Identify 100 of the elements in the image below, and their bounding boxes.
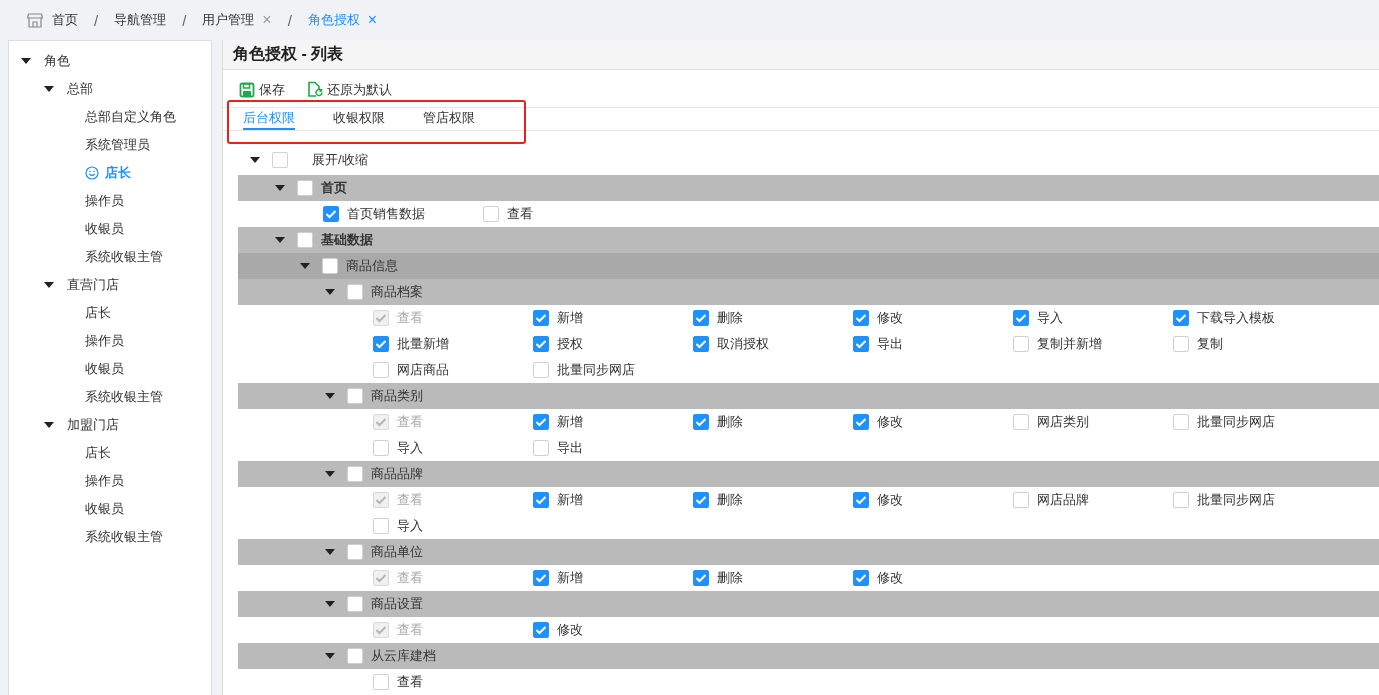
toolbar-button[interactable]: 保存	[239, 80, 285, 99]
checkbox[interactable]	[1173, 336, 1189, 352]
checkbox[interactable]	[347, 648, 363, 664]
tree-item[interactable]: 总部自定义角色	[85, 108, 176, 126]
toolbar-button[interactable]: 还原为默认	[307, 80, 392, 99]
checkbox-label: 网店商品	[397, 361, 449, 379]
caret-icon[interactable]	[44, 282, 54, 288]
caret-icon[interactable]	[44, 422, 54, 428]
checkbox[interactable]	[373, 518, 389, 534]
checkbox[interactable]	[693, 414, 709, 430]
tab[interactable]: 管店权限	[423, 108, 475, 131]
tree-item[interactable]: 加盟门店	[67, 416, 119, 434]
tree-item[interactable]: 系统管理员	[85, 136, 150, 154]
tree-item[interactable]: 操作员	[85, 472, 124, 490]
checkbox[interactable]	[693, 310, 709, 326]
checkbox[interactable]	[533, 622, 549, 638]
checkbox[interactable]	[853, 310, 869, 326]
caret-icon[interactable]	[275, 185, 285, 191]
checkbox-label: 删除	[717, 491, 743, 509]
store-icon	[27, 12, 43, 28]
tree-item[interactable]: 总部	[67, 80, 93, 98]
checkbox[interactable]	[1013, 492, 1029, 508]
checkbox[interactable]	[373, 674, 389, 690]
caret-icon[interactable]	[300, 263, 310, 269]
breadcrumb-item[interactable]: 用户管理	[202, 11, 255, 29]
checkbox[interactable]	[533, 362, 549, 378]
checkbox[interactable]	[1013, 310, 1029, 326]
checkbox[interactable]	[373, 362, 389, 378]
file-refresh-icon	[307, 81, 323, 98]
checkbox[interactable]	[322, 258, 338, 274]
tree-item[interactable]: 收银员	[85, 360, 124, 378]
checkbox[interactable]	[272, 152, 288, 168]
breadcrumb-separator: /	[182, 11, 187, 29]
checkbox[interactable]	[373, 440, 389, 456]
checkbox[interactable]	[297, 180, 313, 196]
checkbox[interactable]	[533, 336, 549, 352]
checkbox[interactable]	[347, 596, 363, 612]
checkbox[interactable]	[533, 310, 549, 326]
caret-icon[interactable]	[325, 653, 335, 659]
checkbox-label: 导入	[1037, 309, 1063, 327]
checkbox[interactable]	[373, 336, 389, 352]
tree-item[interactable]: 操作员	[85, 332, 124, 350]
smiley-icon	[85, 166, 99, 180]
caret-icon[interactable]	[44, 86, 54, 92]
checkbox[interactable]	[853, 570, 869, 586]
group-label: 基础数据	[321, 231, 373, 249]
group-label: 商品档案	[371, 283, 423, 301]
checkbox-label: 导出	[877, 335, 903, 353]
checkbox-label: 查看	[397, 673, 423, 691]
checkbox[interactable]	[533, 492, 549, 508]
checkbox-label: 查看	[397, 569, 423, 587]
checkbox[interactable]	[1173, 492, 1189, 508]
checkbox[interactable]	[533, 570, 549, 586]
checkbox[interactable]	[853, 492, 869, 508]
tree-item[interactable]: 系统收银主管	[85, 248, 163, 266]
caret-icon[interactable]	[325, 289, 335, 295]
checkbox[interactable]	[1173, 310, 1189, 326]
tree-item[interactable]: 店长	[85, 444, 111, 462]
checkbox[interactable]	[347, 544, 363, 560]
checkbox-label: 删除	[717, 309, 743, 327]
checkbox[interactable]	[693, 492, 709, 508]
caret-icon[interactable]	[325, 601, 335, 607]
checkbox-label: 复制并新增	[1037, 335, 1102, 353]
caret-icon[interactable]	[21, 58, 31, 64]
checkbox[interactable]	[347, 466, 363, 482]
tree-item[interactable]: 收银员	[85, 220, 124, 238]
checkbox[interactable]	[1173, 414, 1189, 430]
checkbox[interactable]	[533, 440, 549, 456]
caret-icon[interactable]	[325, 549, 335, 555]
checkbox[interactable]	[297, 232, 313, 248]
tree-item[interactable]: 直营门店	[67, 276, 119, 294]
caret-icon[interactable]	[275, 237, 285, 243]
checkbox[interactable]	[533, 414, 549, 430]
caret-icon[interactable]	[325, 471, 335, 477]
caret-icon[interactable]	[250, 157, 260, 163]
checkbox-label: 批量同步网店	[557, 361, 635, 379]
tree-item[interactable]: 操作员	[85, 192, 124, 210]
checkbox-label: 网店品牌	[1037, 491, 1089, 509]
tree-item[interactable]: 系统收银主管	[85, 528, 163, 546]
checkbox[interactable]	[347, 284, 363, 300]
expand-collapse-label: 展开/收缩	[312, 151, 368, 169]
tree-item[interactable]: 系统收银主管	[85, 388, 163, 406]
checkbox[interactable]	[693, 336, 709, 352]
checkbox-label: 新增	[557, 309, 583, 327]
checkbox[interactable]	[1013, 414, 1029, 430]
checkbox[interactable]	[347, 388, 363, 404]
tree-item[interactable]: 店长	[85, 304, 111, 322]
breadcrumb-item[interactable]: 首页	[27, 11, 78, 29]
tree-item[interactable]: 角色	[44, 52, 70, 70]
breadcrumb-item[interactable]: 导航管理	[114, 11, 167, 29]
checkbox-label: 首页销售数据	[347, 205, 425, 223]
checkbox[interactable]	[483, 206, 499, 222]
tab[interactable]: 收银权限	[333, 108, 385, 131]
checkbox[interactable]	[1013, 336, 1029, 352]
tree-item[interactable]: 收银员	[85, 500, 124, 518]
checkbox[interactable]	[323, 206, 339, 222]
caret-icon[interactable]	[325, 393, 335, 399]
checkbox[interactable]	[853, 336, 869, 352]
checkbox[interactable]	[853, 414, 869, 430]
checkbox[interactable]	[693, 570, 709, 586]
